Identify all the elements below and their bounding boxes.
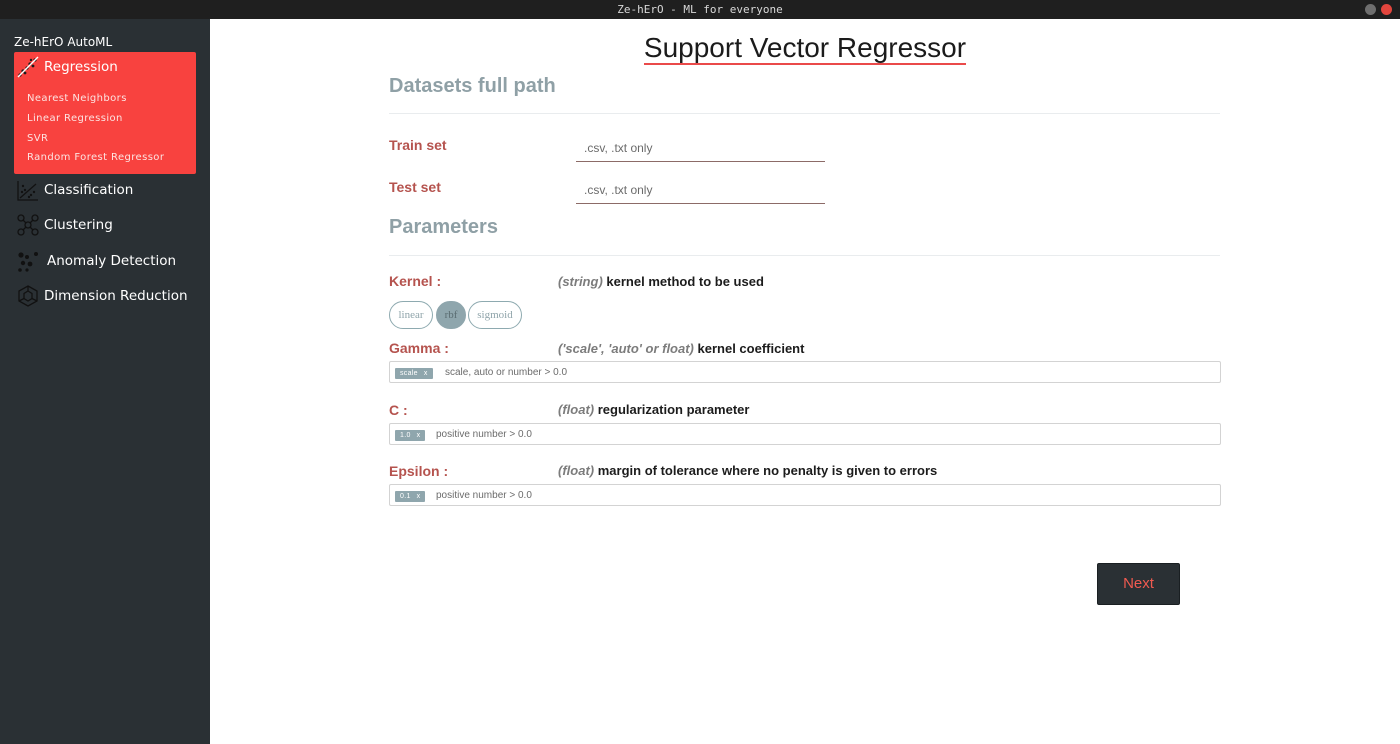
c-tag-input[interactable]: 1.0 x positive number > 0.0 <box>389 423 1221 445</box>
tag-remove-icon[interactable]: x <box>424 370 428 377</box>
c-description: (float) regularization parameter <box>558 402 750 417</box>
sidebar-item-label: Dimension Reduction <box>44 288 188 304</box>
parameters-heading: Parameters <box>389 216 498 238</box>
kernel-option-rbf[interactable]: rbf <box>436 301 466 329</box>
gamma-tag-input[interactable]: scale x scale, auto or number > 0.0 <box>389 361 1221 383</box>
test-set-input[interactable] <box>576 177 825 204</box>
test-set-label: Test set <box>389 179 441 195</box>
main-content: Support Vector Regressor Datasets full p… <box>210 19 1400 744</box>
regression-icon <box>16 55 42 79</box>
sub-item-nearest-neighbors[interactable]: Nearest Neighbors <box>27 93 127 104</box>
sidebar: Ze-hErO AutoML Regression Nearest Neighb… <box>0 19 210 744</box>
app-name: Ze-hErO AutoML <box>14 35 113 49</box>
sidebar-item-label: Anomaly Detection <box>47 253 177 269</box>
next-button[interactable]: Next <box>1097 563 1180 605</box>
kernel-option-sigmoid[interactable]: sigmoid <box>468 301 522 329</box>
tag-remove-icon[interactable]: x <box>417 493 421 500</box>
divider <box>389 113 1220 114</box>
clustering-icon <box>16 213 42 237</box>
sidebar-item-classification[interactable]: Classification <box>16 178 133 202</box>
page-title: Support Vector Regressor <box>643 32 967 65</box>
sub-item-random-forest-regressor[interactable]: Random Forest Regressor <box>27 152 164 163</box>
classification-icon <box>16 178 42 202</box>
kernel-description: (string) kernel method to be used <box>558 274 764 289</box>
tag-remove-icon[interactable]: x <box>417 432 421 439</box>
regression-panel: Regression Nearest Neighbors Linear Regr… <box>14 52 196 174</box>
epsilon-label: Epsilon : <box>389 463 449 479</box>
datasets-heading: Datasets full path <box>389 75 556 97</box>
dimension-reduction-icon <box>16 284 42 308</box>
window-title: Ze-hErO - ML for everyone <box>617 3 783 16</box>
kernel-label: Kernel : <box>389 273 442 289</box>
epsilon-tag-input[interactable]: 0.1 x positive number > 0.0 <box>389 484 1221 506</box>
gamma-label: Gamma : <box>389 340 449 356</box>
epsilon-tag: 0.1 x <box>395 491 426 502</box>
sidebar-item-anomaly-detection[interactable]: Anomaly Detection <box>16 249 176 273</box>
c-tag: 1.0 x <box>395 430 426 441</box>
sidebar-item-regression[interactable]: Regression <box>16 55 118 79</box>
close-window-button[interactable] <box>1381 4 1392 15</box>
epsilon-placeholder: positive number > 0.0 <box>436 490 532 501</box>
sidebar-item-dimension-reduction[interactable]: Dimension Reduction <box>16 284 188 308</box>
sub-item-svr[interactable]: SVR <box>27 133 48 144</box>
anomaly-icon <box>16 249 45 273</box>
train-set-label: Train set <box>389 137 447 153</box>
train-set-input[interactable] <box>576 135 825 162</box>
c-label: C : <box>389 402 408 418</box>
gamma-placeholder: scale, auto or number > 0.0 <box>445 367 568 378</box>
kernel-option-linear[interactable]: linear <box>389 301 433 329</box>
divider <box>389 255 1220 256</box>
gamma-description: ('scale', 'auto' or float) kernel coeffi… <box>558 341 805 356</box>
sidebar-item-label: Regression <box>44 59 118 75</box>
gamma-tag: scale x <box>395 368 433 379</box>
sub-item-linear-regression[interactable]: Linear Regression <box>27 113 123 124</box>
epsilon-description: (float) margin of tolerance where no pen… <box>558 463 938 478</box>
sidebar-item-label: Clustering <box>44 217 113 233</box>
sidebar-item-label: Classification <box>44 182 134 198</box>
window-titlebar: Ze-hErO - ML for everyone <box>0 0 1400 19</box>
c-placeholder: positive number > 0.0 <box>436 429 532 440</box>
minimize-button[interactable] <box>1365 4 1376 15</box>
sidebar-item-clustering[interactable]: Clustering <box>16 213 113 237</box>
